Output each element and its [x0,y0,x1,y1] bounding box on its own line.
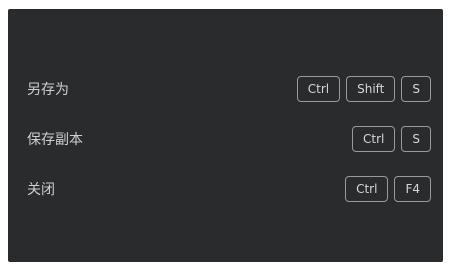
key-s: S [401,126,431,152]
shortcut-keys: Ctrl F4 [345,176,431,202]
key-s: S [401,76,431,102]
shortcut-label: 保存副本 [27,132,83,148]
key-shift: Shift [346,76,396,102]
key-f4: F4 [394,176,431,202]
shortcut-row-save-as: 另存为 Ctrl Shift S [8,76,443,104]
shortcuts-panel: 另存为 Ctrl Shift S 保存副本 Ctrl S 关闭 Ctrl F4 [8,9,443,262]
key-ctrl: Ctrl [352,126,396,152]
shortcut-row-save-copy: 保存副本 Ctrl S [8,126,443,154]
shortcut-label: 关闭 [27,182,55,198]
shortcut-row-close: 关闭 Ctrl F4 [8,176,443,204]
shortcut-label: 另存为 [27,82,69,98]
key-ctrl: Ctrl [296,76,341,102]
shortcut-keys: Ctrl S [352,126,431,152]
key-ctrl: Ctrl [345,176,389,202]
shortcut-keys: Ctrl Shift S [296,76,431,102]
